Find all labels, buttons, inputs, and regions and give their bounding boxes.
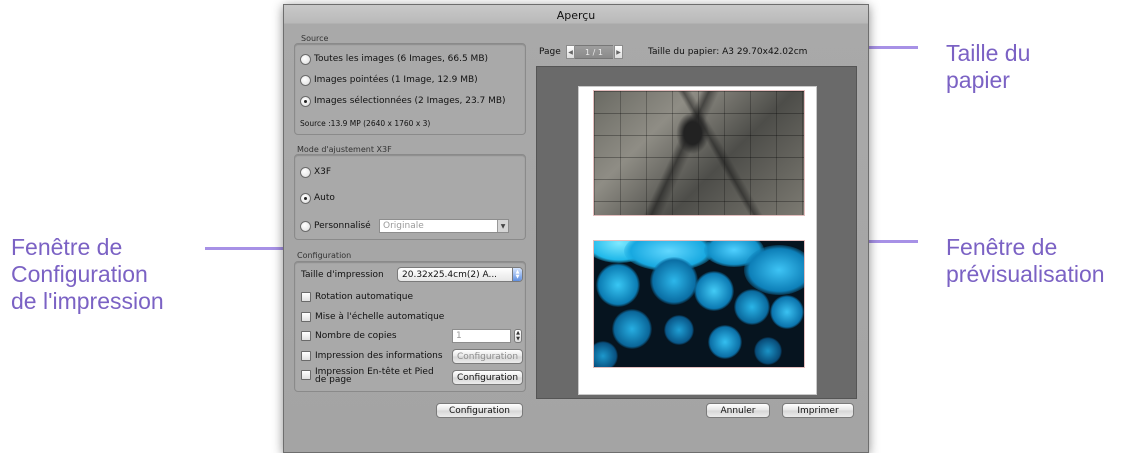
radio-pointed-images[interactable]: Images pointées (1 Image, 12.9 MB)	[300, 73, 478, 87]
config-group: Taille d'impression 20.32x25.4cm(2) A...…	[294, 261, 526, 392]
radio-x3f[interactable]: X3F	[300, 165, 331, 179]
paper-sheet	[578, 86, 817, 395]
radio-selected-images[interactable]: Images sélectionnées (2 Images, 23.7 MB)	[300, 94, 506, 108]
header-footer-config-button[interactable]: Configuration	[452, 370, 523, 385]
cancel-button[interactable]: Annuler	[706, 403, 770, 418]
photo-wall-shadow	[593, 90, 805, 216]
radio-custom[interactable]: Personnalisé	[300, 219, 371, 233]
radio-icon	[300, 220, 311, 232]
checkbox-icon	[301, 312, 311, 322]
checkbox-auto-rotate[interactable]: Rotation automatique	[301, 290, 413, 304]
radio-icon	[300, 95, 311, 107]
annotation-paper-size: Taille du papier	[946, 40, 1031, 93]
radio-icon	[300, 53, 311, 65]
photo-bokeh	[593, 240, 805, 368]
checkbox-icon	[301, 292, 311, 302]
configuration-button[interactable]: Configuration	[436, 403, 523, 418]
print-button[interactable]: Imprimer	[782, 403, 854, 418]
paper-size-label: Taille du papier: A3 29.70x42.02cm	[648, 47, 808, 57]
checkbox-icon	[301, 331, 311, 341]
radio-auto[interactable]: Auto	[300, 191, 335, 205]
arrow-print-config	[205, 247, 283, 250]
annotation-print-config: Fenêtre de Configuration de l'impression	[11, 234, 164, 314]
radio-icon	[300, 192, 311, 204]
checkbox-icon	[301, 370, 311, 380]
page-indicator: 1 / 1	[575, 45, 613, 59]
radio-icon	[300, 74, 311, 86]
checkbox-auto-scale[interactable]: Mise à l'échelle automatique	[301, 310, 444, 324]
radio-all-images[interactable]: Toutes les images (6 Images, 66.5 MB)	[300, 52, 488, 66]
checkbox-print-info[interactable]: Impression des informations	[301, 349, 443, 363]
checkbox-icon	[301, 351, 311, 361]
adjust-mode-section-label: Mode d'ajustement X3F	[297, 145, 392, 154]
chevron-down-icon: ▼	[497, 220, 508, 232]
updown-arrows-icon: ▲ ▼	[512, 268, 522, 281]
copies-input[interactable]: 1	[452, 329, 511, 343]
adjust-mode-group: X3F Auto Personnalisé Originale ▼	[294, 154, 526, 240]
annotation-preview: Fenêtre de prévisualisation	[946, 234, 1105, 287]
config-section-label: Configuration	[297, 251, 352, 260]
page-prev-button[interactable]: ◀	[566, 45, 575, 59]
print-info-config-button[interactable]: Configuration	[452, 349, 523, 364]
window-title: Aperçu	[556, 9, 596, 22]
custom-mode-select[interactable]: Originale ▼	[379, 219, 509, 233]
source-section-label: Source	[301, 34, 329, 43]
preview-area	[536, 66, 857, 399]
print-size-select[interactable]: 20.32x25.4cm(2) A... ▲ ▼	[397, 267, 523, 282]
copies-stepper[interactable]: ▲ ▼	[514, 329, 522, 343]
radio-icon	[300, 166, 311, 178]
preview-dialog: Aperçu Source Toutes les images (6 Image…	[283, 4, 869, 453]
checkbox-header-footer[interactable]: Impression En-tête et Pied de page	[301, 368, 434, 388]
source-info: Source :13.9 MP (2640 x 1760 x 3)	[300, 118, 431, 128]
source-group: Toutes les images (6 Images, 66.5 MB) Im…	[294, 43, 526, 135]
page-next-button[interactable]: ▶	[614, 45, 623, 59]
checkbox-copies[interactable]: Nombre de copies	[301, 329, 397, 343]
page-label: Page	[539, 47, 561, 57]
print-size-label: Taille d'impression	[301, 270, 384, 280]
